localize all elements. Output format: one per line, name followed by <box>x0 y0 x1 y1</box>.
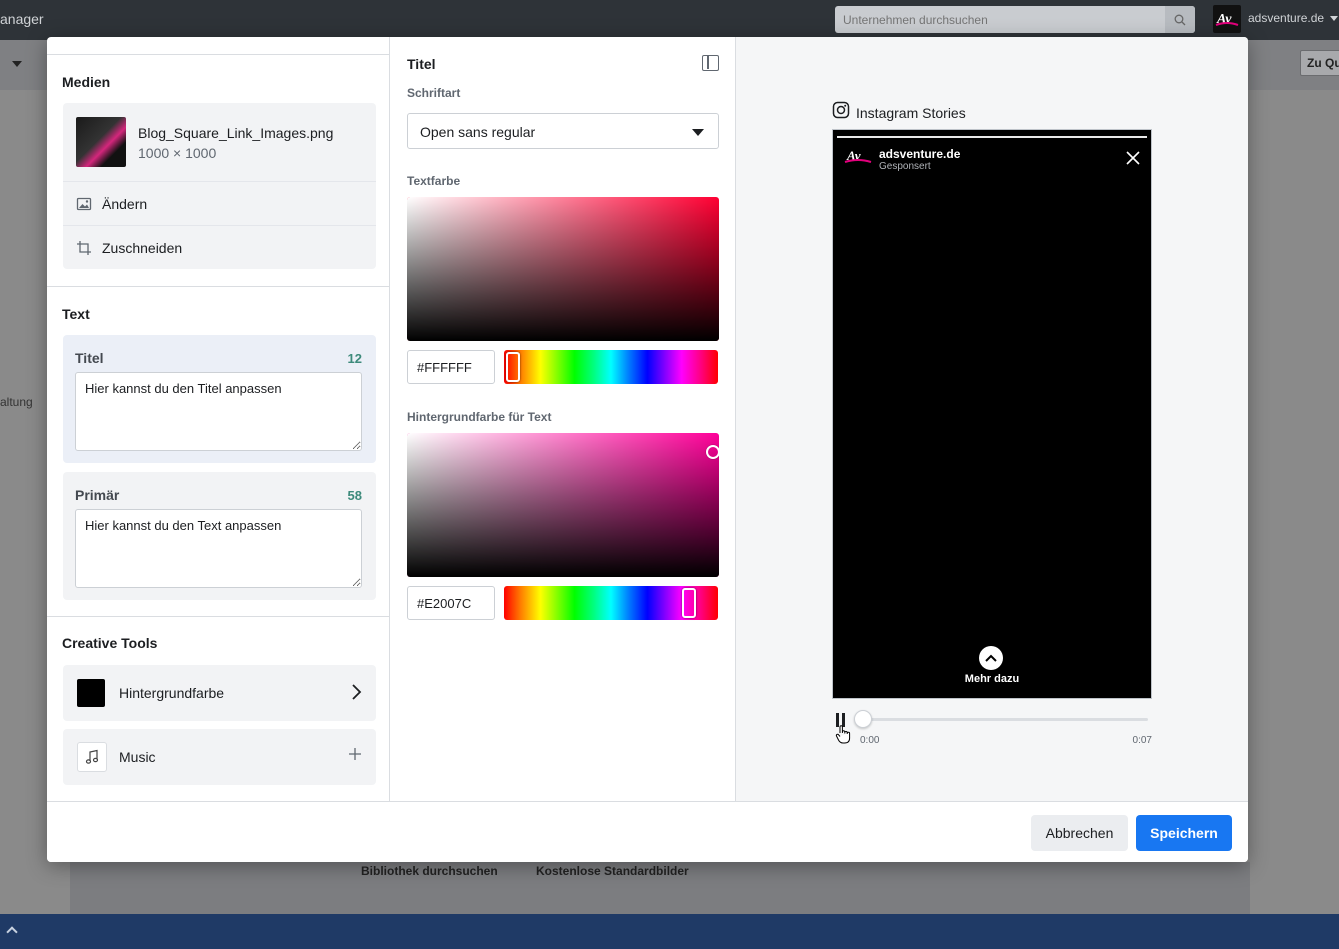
font-label: Schriftart <box>407 86 461 100</box>
change-media-label: Ändern <box>102 195 148 212</box>
background-tabs: Bibliothek durchsuchen Kostenlose Standa… <box>70 862 1250 914</box>
title-text-card: Titel 12 Hier kannst du den Titel anpass… <box>63 335 376 463</box>
title-textarea[interactable]: Hier kannst du den Titel anpassen <box>75 372 362 451</box>
cancel-button[interactable]: Abbrechen <box>1031 815 1128 851</box>
instagram-icon <box>832 101 850 124</box>
placement-label: Instagram Stories <box>856 104 966 121</box>
image-icon <box>76 196 92 212</box>
brand-logo: Av <box>844 147 872 167</box>
divider <box>47 54 389 55</box>
caret-down-icon <box>12 61 22 67</box>
crop-icon <box>76 240 92 256</box>
background-side-text: altung <box>0 395 33 409</box>
brand-name: adsventure.de <box>879 147 961 161</box>
tab-library: Bibliothek durchsuchen <box>361 864 498 878</box>
left-panel: Medien Blog_Square_Link_Images.png 1000 … <box>47 37 390 801</box>
primary-textarea[interactable]: Hier kannst du den Text anpassen <box>75 509 362 588</box>
primary-field-label: Primär <box>75 487 120 503</box>
story-progress-bar <box>837 136 1147 138</box>
text-bg-color-label: Hintergrundfarbe für Text <box>407 410 552 424</box>
media-card: Blog_Square_Link_Images.png 1000 × 1000 … <box>63 103 376 269</box>
color-picker-handle[interactable] <box>706 445 719 459</box>
primary-char-count: 58 <box>347 488 362 503</box>
save-button[interactable]: Speichern <box>1136 815 1232 851</box>
search-icon[interactable] <box>1165 6 1195 33</box>
chevron-down-icon[interactable] <box>1330 16 1338 21</box>
taskbar <box>0 914 1339 949</box>
text-section-title: Text <box>62 306 90 322</box>
video-player: 0:00 0:07 <box>832 709 1152 749</box>
background-color-tool[interactable]: Hintergrundfarbe <box>63 665 376 721</box>
hue-slider-handle[interactable] <box>682 588 696 618</box>
music-label: Music <box>119 749 156 765</box>
title-field-label: Titel <box>75 350 104 366</box>
text-bg-color-hex-input[interactable] <box>407 586 495 620</box>
panel-title: Titel <box>407 56 436 72</box>
media-thumbnail <box>76 117 126 167</box>
company-search-input[interactable] <box>835 6 1165 33</box>
media-file-name: Blog_Square_Link_Images.png <box>138 125 334 141</box>
preview-panel: Instagram Stories Av adsventure.de Gespo… <box>736 37 1248 801</box>
cta-label[interactable]: Mehr dazu <box>833 673 1151 685</box>
font-select-value: Open sans regular <box>420 124 536 140</box>
panel-toggle-icon[interactable] <box>702 55 719 71</box>
close-icon[interactable] <box>1125 150 1141 166</box>
text-color-label: Textfarbe <box>407 174 461 188</box>
playback-track[interactable] <box>860 718 1148 721</box>
media-file-size: 1000 × 1000 <box>138 145 217 161</box>
modal-footer: Abbrechen Speichern <box>47 801 1248 862</box>
crop-label: Zuschneiden <box>102 239 183 256</box>
text-bg-color-hue-slider[interactable] <box>504 586 718 620</box>
divider <box>47 286 389 287</box>
music-tool[interactable]: Music <box>63 729 376 785</box>
quick-button: Zu Qu <box>1300 50 1339 76</box>
background-color-label: Hintergrundfarbe <box>119 685 225 701</box>
creative-tools-title: Creative Tools <box>62 635 158 651</box>
text-color-hue-slider[interactable] <box>504 350 718 384</box>
account-avatar[interactable]: Av <box>1213 5 1241 33</box>
music-note-icon <box>77 742 107 772</box>
text-bg-color-picker[interactable] <box>407 433 719 577</box>
creative-editor-modal: Medien Blog_Square_Link_Images.png 1000 … <box>47 37 1248 862</box>
playback-knob[interactable] <box>854 710 872 728</box>
app-name: anager <box>0 11 44 27</box>
title-char-count: 12 <box>347 351 362 366</box>
sponsored-label: Gesponsert <box>879 161 931 172</box>
crop-button[interactable]: Zuschneiden <box>63 225 376 269</box>
account-name[interactable]: adsventure.de <box>1248 11 1324 25</box>
placement-header: Instagram Stories <box>832 101 966 124</box>
plus-icon[interactable] <box>348 747 362 766</box>
story-preview: Av adsventure.de Gesponsert Mehr dazu <box>832 129 1152 699</box>
time-end: 0:07 <box>1132 735 1152 746</box>
media-section-title: Medien <box>62 74 111 90</box>
background-color-swatch <box>77 679 105 707</box>
time-start: 0:00 <box>860 735 880 746</box>
change-media-button[interactable]: Ändern <box>63 181 376 225</box>
tab-stock-images: Kostenlose Standardbilder <box>536 864 689 878</box>
value-layer <box>407 197 719 341</box>
chevron-right-icon <box>350 683 362 706</box>
company-search[interactable] <box>835 6 1195 33</box>
text-color-hex-input[interactable] <box>407 350 495 384</box>
hand-cursor-icon <box>835 724 851 744</box>
divider <box>47 616 389 617</box>
caret-down-icon <box>692 129 704 136</box>
chevron-up-icon[interactable] <box>6 926 18 938</box>
chevron-up-icon[interactable] <box>979 646 1003 670</box>
text-color-picker[interactable] <box>407 197 719 341</box>
hue-slider-handle[interactable] <box>506 352 520 382</box>
top-bar: anager Av adsventure.de <box>0 0 1339 40</box>
title-style-panel: Titel Schriftart Open sans regular Textf… <box>391 37 736 801</box>
primary-text-card: Primär 58 Hier kannst du den Text anpass… <box>63 472 376 600</box>
value-layer <box>407 433 719 577</box>
font-select[interactable]: Open sans regular <box>407 113 719 149</box>
